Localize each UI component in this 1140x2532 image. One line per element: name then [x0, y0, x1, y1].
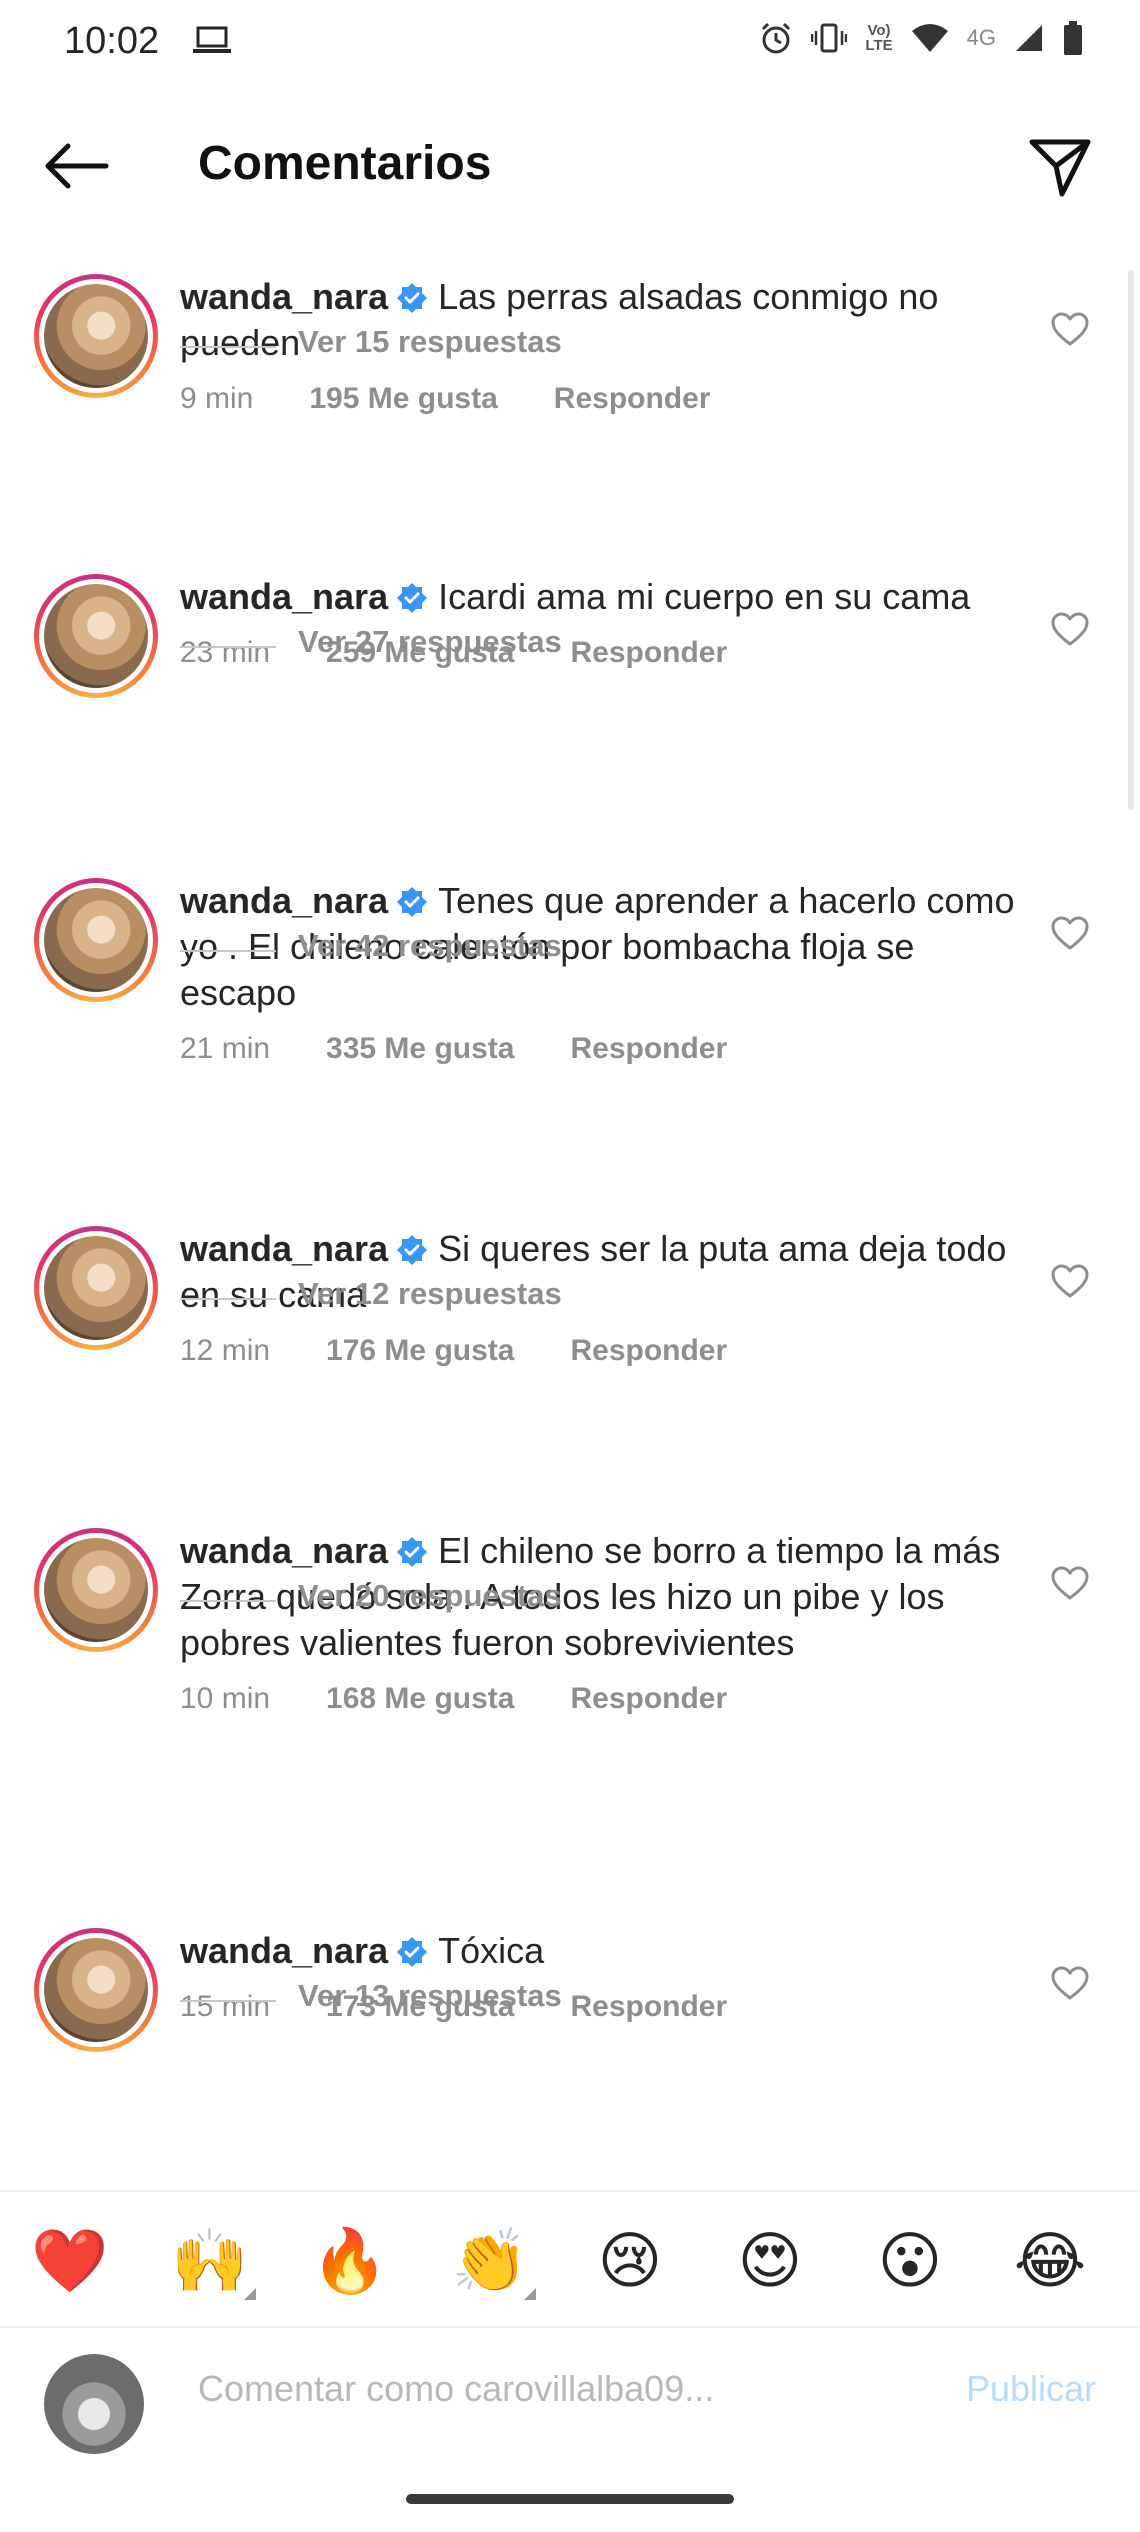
- volte-label: Vo): [867, 22, 891, 39]
- comment-body: wanda_nara Tenes que aprender a hacerlo c…: [180, 874, 1020, 1066]
- skin-tone-indicator-icon: [244, 2288, 256, 2300]
- vibrate-icon: [811, 23, 848, 53]
- reply-button[interactable]: Responder: [570, 1334, 727, 1368]
- header: Comentarios: [0, 120, 1140, 212]
- view-replies[interactable]: Ver 20 respuestas: [0, 1578, 1140, 1618]
- comment-username[interactable]: wanda_nara: [180, 1930, 388, 1971]
- status-icons: Vo) LTE 4G: [759, 20, 1084, 56]
- wifi-icon: [911, 24, 948, 52]
- comment-body: wanda_nara El chileno se borro a tiempo l…: [180, 1524, 1020, 1716]
- comment-item: wanda_nara Tenes que aprender a hacerlo c…: [0, 874, 1140, 1065]
- reply-button[interactable]: Responder: [570, 1032, 727, 1066]
- like-count[interactable]: 176 Me gusta: [326, 1334, 514, 1368]
- home-indicator[interactable]: [406, 2494, 734, 2504]
- status-bar: 10:02 Vo) LTE 4G: [0, 0, 1140, 90]
- view-replies-label[interactable]: Ver 12 respuestas: [298, 1276, 562, 1312]
- comment-composer: Comentar como carovillalba09... Publicar: [0, 2326, 1140, 2468]
- comment-input[interactable]: Comentar como carovillalba09...: [198, 2368, 714, 2410]
- comment-text: wanda_nara Icardi ama mi cuerpo en su cam…: [180, 574, 1020, 620]
- verified-badge-icon: [397, 283, 428, 313]
- emoji-reaction-bar: ❤️ 🙌 🔥 👏 😢 😍 😮 😂: [0, 2190, 1140, 2328]
- back-arrow-icon[interactable]: [40, 136, 112, 196]
- verified-badge-icon: [397, 1537, 428, 1567]
- signal-icon: [1016, 25, 1042, 51]
- replies-divider: [180, 2000, 276, 2002]
- comment-item: wanda_nara El chileno se borro a tiempo l…: [0, 1524, 1140, 1715]
- verified-badge-icon: [397, 583, 428, 613]
- send-icon[interactable]: [1026, 132, 1094, 200]
- volte-indicator: Vo) LTE: [865, 23, 892, 53]
- like-count[interactable]: 195 Me gusta: [309, 382, 497, 416]
- comment-meta: 12 min 176 Me gusta Responder: [180, 1334, 1020, 1368]
- view-replies-label[interactable]: Ver 20 respuestas: [298, 1578, 562, 1614]
- emoji-reaction-button[interactable]: 😂: [1010, 2222, 1090, 2302]
- skin-tone-indicator-icon: [524, 2288, 536, 2300]
- emoji-reaction-button[interactable]: 👏: [450, 2222, 536, 2302]
- emoji-reaction-button[interactable]: 😢: [590, 2222, 670, 2302]
- comment-meta: 9 min 195 Me gusta Responder: [180, 382, 1020, 416]
- network-type-label: 4G: [966, 25, 996, 50]
- emoji-reaction-button[interactable]: 🔥: [310, 2222, 390, 2302]
- view-replies[interactable]: Ver 27 respuestas: [0, 624, 1140, 664]
- view-replies-label[interactable]: Ver 15 respuestas: [298, 324, 562, 360]
- verified-badge-icon: [397, 1235, 428, 1265]
- comment-item: wanda_nara Si queres ser la puta ama deja…: [0, 1222, 1140, 1367]
- replies-divider: [180, 1600, 276, 1602]
- emoji-reaction-button[interactable]: ❤️: [30, 2222, 110, 2302]
- comment-item: wanda_nara Icardi ama mi cuerpo en su cam…: [0, 570, 1140, 698]
- verified-badge-icon: [397, 887, 428, 917]
- view-replies-label[interactable]: Ver 42 respuestas: [298, 928, 562, 964]
- comment-username[interactable]: wanda_nara: [180, 1530, 388, 1571]
- laptop-icon: [193, 26, 231, 53]
- lte-label: LTE: [865, 37, 893, 54]
- view-replies-label[interactable]: Ver 13 respuestas: [298, 1978, 562, 2014]
- replies-divider: [180, 1298, 276, 1300]
- like-count[interactable]: 335 Me gusta: [326, 1032, 514, 1066]
- replies-divider: [180, 346, 276, 348]
- comment-username[interactable]: wanda_nara: [180, 576, 388, 617]
- view-replies-label[interactable]: Ver 27 respuestas: [298, 624, 562, 660]
- comment-text: wanda_nara Tóxica: [180, 1928, 1020, 1974]
- comment-message: Icardi ama mi cuerpo en su cama: [438, 576, 971, 617]
- comment-time: 10 min: [180, 1682, 271, 1715]
- view-replies[interactable]: Ver 12 respuestas: [0, 1276, 1140, 1316]
- current-user-avatar: [44, 2354, 144, 2454]
- replies-divider: [180, 950, 276, 952]
- page-title: Comentarios: [198, 137, 492, 190]
- view-replies[interactable]: Ver 15 respuestas: [0, 324, 1140, 364]
- alarm-icon: [762, 22, 791, 54]
- emoji-reaction-button[interactable]: 😍: [730, 2222, 810, 2302]
- comment-username[interactable]: wanda_nara: [180, 276, 388, 317]
- comment-meta: 21 min 335 Me gusta Responder: [180, 1032, 1020, 1066]
- comment-meta: 10 min 168 Me gusta Responder: [180, 1682, 1020, 1716]
- battery-icon: [1064, 21, 1082, 55]
- replies-divider: [180, 646, 276, 648]
- comment-time: 9 min: [180, 382, 254, 415]
- comment-message: Tóxica: [438, 1930, 545, 1971]
- comment-item: wanda_nara Las perras alsadas conmigo no …: [0, 270, 1140, 415]
- view-replies[interactable]: Ver 42 respuestas: [0, 928, 1140, 968]
- verified-badge-icon: [397, 1937, 428, 1967]
- comment-time: 21 min: [180, 1032, 271, 1065]
- emoji-reaction-button[interactable]: 🙌: [170, 2222, 256, 2302]
- view-replies[interactable]: Ver 13 respuestas: [0, 1978, 1140, 2018]
- status-time: 10:02: [64, 20, 160, 62]
- comment-item: wanda_nara Tóxica 15 min 173 Me gusta Res…: [0, 1924, 1140, 2052]
- reply-button[interactable]: Responder: [570, 1682, 727, 1716]
- reply-button[interactable]: Responder: [554, 382, 711, 416]
- comment-time: 12 min: [180, 1334, 271, 1367]
- publish-button[interactable]: Publicar: [966, 2368, 1096, 2410]
- comment-username[interactable]: wanda_nara: [180, 880, 388, 921]
- comment-username[interactable]: wanda_nara: [180, 1228, 388, 1269]
- like-count[interactable]: 168 Me gusta: [326, 1682, 514, 1716]
- emoji-reaction-button[interactable]: 😮: [870, 2222, 950, 2302]
